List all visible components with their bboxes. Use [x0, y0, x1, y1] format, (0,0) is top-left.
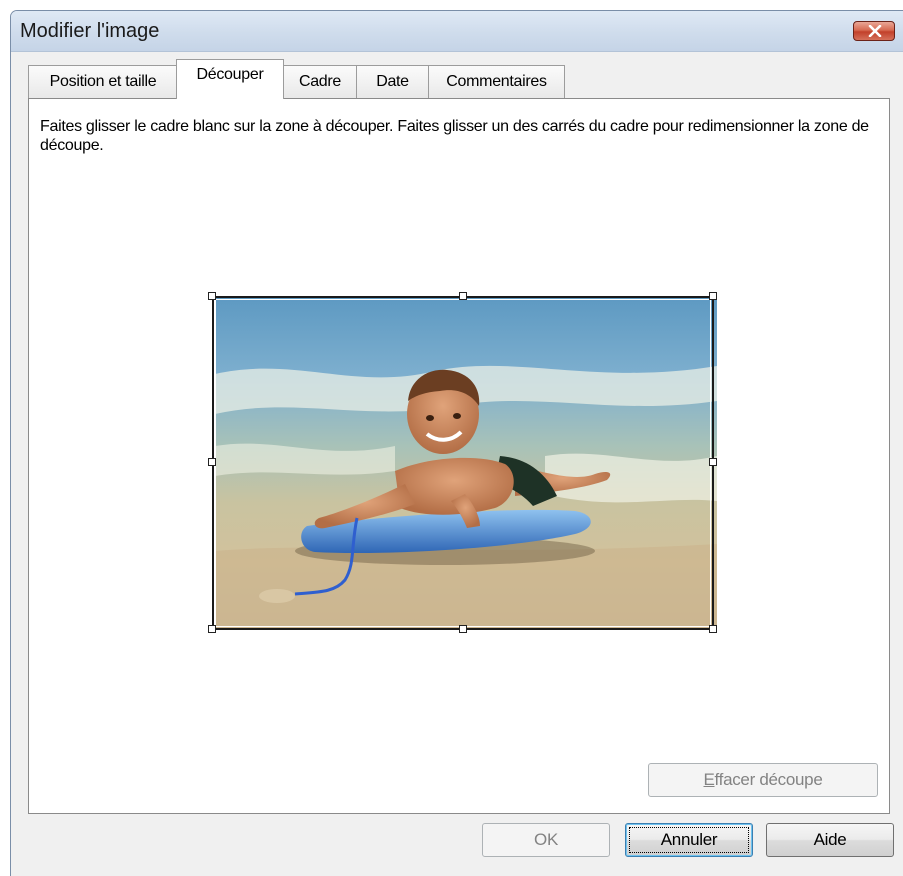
crop-handle-bottom-right[interactable] [709, 625, 717, 633]
tab-label: Découper [196, 66, 264, 83]
dialog-title: Modifier l'image [20, 20, 160, 42]
tab-date[interactable]: Date [356, 65, 429, 99]
close-icon [868, 25, 882, 37]
help-button[interactable]: Aide [766, 823, 894, 857]
help-label: Aide [813, 830, 847, 849]
tab-label: Date [376, 73, 409, 90]
crop-handle-left[interactable] [208, 458, 216, 466]
crop-frame[interactable] [212, 296, 714, 630]
crop-panel: Faites glisser le cadre blanc sur la zon… [28, 98, 890, 814]
tab-position-et-taille[interactable]: Position et taille [28, 65, 178, 99]
tab-label: Cadre [298, 73, 342, 90]
instruction-text: Faites glisser le cadre blanc sur la zon… [40, 118, 869, 154]
tab-label: Position et taille [49, 73, 157, 90]
tab-label: Commentaires [446, 73, 547, 90]
tab-decouper[interactable]: Découper [176, 59, 284, 99]
crop-handle-bottom[interactable] [459, 625, 467, 633]
ok-label: OK [534, 830, 558, 849]
crop-handle-top-right[interactable] [709, 292, 717, 300]
crop-handle-bottom-left[interactable] [208, 625, 216, 633]
close-button[interactable] [853, 21, 895, 41]
clear-crop-button[interactable]: Effacer découpe [648, 763, 878, 797]
clear-crop-mnemonic: E [703, 770, 715, 789]
title-bar[interactable]: Modifier l'image [11, 11, 903, 52]
crop-handle-right[interactable] [709, 458, 717, 466]
tab-commentaires[interactable]: Commentaires [428, 65, 565, 99]
crop-handle-top-left[interactable] [208, 292, 216, 300]
edit-image-dialog: Modifier l'image Position et taille Déco… [10, 10, 903, 876]
tab-cadre[interactable]: Cadre [283, 65, 357, 99]
cancel-button[interactable]: Annuler [625, 823, 753, 857]
clear-crop-label: ffacer découpe [714, 770, 823, 789]
focus-ring [629, 827, 749, 853]
ok-button[interactable]: OK [482, 823, 610, 857]
crop-handle-top[interactable] [459, 292, 467, 300]
